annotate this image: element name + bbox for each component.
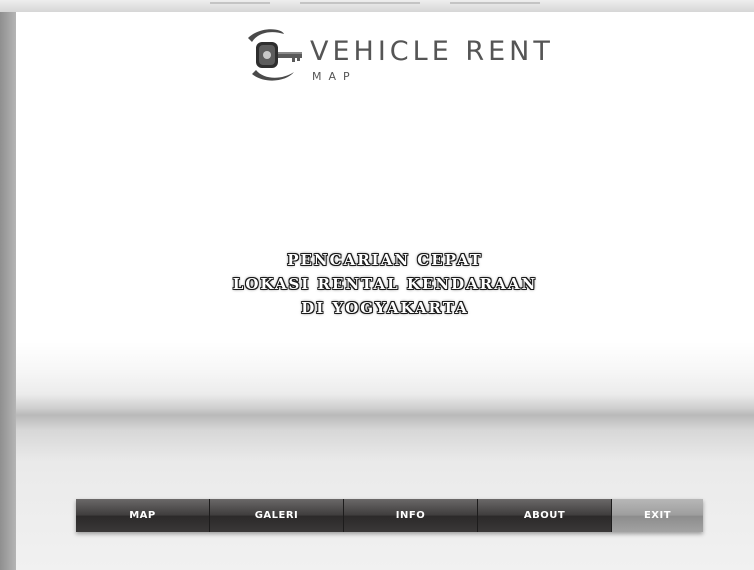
tagline: PENCARIAN CEPAT LOKASI RENTAL KENDARAAN … [16,248,754,320]
window-top-strip [0,0,754,12]
car-key-icon [248,29,302,81]
app-logo: VEHICLE RENT MAP [242,26,550,90]
nav-info-button[interactable]: INFO [344,499,478,532]
tagline-line-3: DI YOGYAKARTA [301,299,469,317]
nav-map-button[interactable]: MAP [76,499,210,532]
app-title: VEHICLE RENT [310,36,554,67]
nav-galeri-button[interactable]: GALERI [210,499,344,532]
tagline-line-2: LOKASI RENTAL KENDARAAN [232,275,538,293]
window-left-edge [0,12,16,570]
app-subtitle: MAP [312,70,357,83]
top-strip-detail [210,2,270,4]
app-stage: VEHICLE RENT MAP PENCARIAN CEPAT LOKASI … [16,12,754,570]
nav-exit-button[interactable]: EXIT [612,499,703,532]
main-nav-bar: MAP GALERI INFO ABOUT EXIT [76,499,703,532]
top-strip-detail [300,2,420,4]
nav-about-button[interactable]: ABOUT [478,499,612,532]
top-strip-detail [450,2,540,4]
tagline-line-1: PENCARIAN CEPAT [287,251,483,269]
